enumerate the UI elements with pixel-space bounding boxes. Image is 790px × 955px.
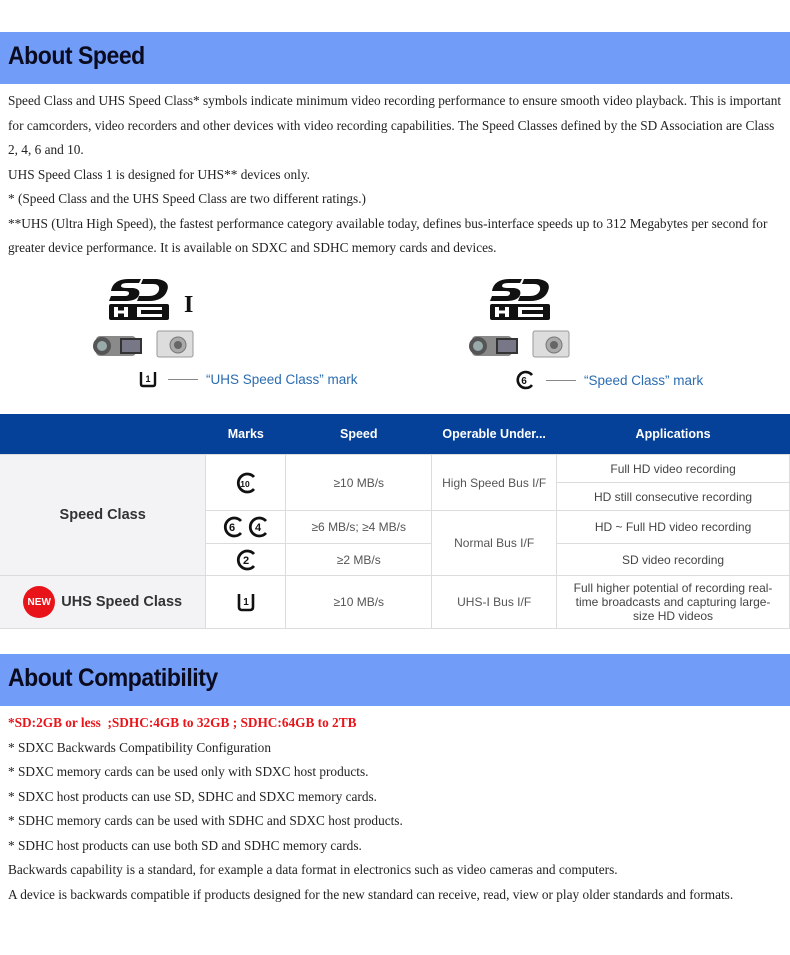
connector-line xyxy=(168,378,198,380)
svg-text:1: 1 xyxy=(243,597,249,608)
compat-line: A device is backwards compatible if prod… xyxy=(8,886,734,902)
header-operable: Operable Under... xyxy=(431,414,557,455)
sdhc-logo xyxy=(109,279,169,320)
mark-cell: 10 xyxy=(205,454,287,511)
speed-cell: ≥6 MB/s; ≥4 MB/s xyxy=(285,510,433,544)
compat-line: * SDXC Backwards Compatibility Configura… xyxy=(8,739,271,755)
uhs-mark-legend: 1 “UHS Speed Class” mark xyxy=(138,370,358,388)
mark-cell: 2 xyxy=(205,543,287,576)
class-6-icon: 6 xyxy=(516,370,534,390)
svg-text:10: 10 xyxy=(240,479,250,489)
svg-text:4: 4 xyxy=(255,522,262,534)
operable-cell: Normal Bus I/F xyxy=(431,510,558,576)
operable-cell: UHS-I Bus I/F xyxy=(431,575,558,629)
svg-text:1: 1 xyxy=(145,374,150,384)
sdhc-logo xyxy=(490,279,550,320)
speed-description: Speed Class and UHS Speed Class* symbols… xyxy=(8,89,783,261)
camera-icon xyxy=(532,330,570,358)
speed-cell: ≥10 MB/s xyxy=(285,575,433,629)
camcorder-icon xyxy=(469,336,518,356)
compat-line: * SDXC host products can use SD, SDHC an… xyxy=(8,788,377,804)
section-title: About Compatibility xyxy=(8,664,218,692)
header-speed: Speed xyxy=(285,414,432,455)
row-label-speed-class: Speed Class xyxy=(0,454,207,576)
uhs-1-icon: 1 xyxy=(139,372,157,388)
about-speed-banner: About Speed xyxy=(0,32,790,84)
compat-line: Backwards capability is a standard, for … xyxy=(8,862,618,877)
class-2-icon: 2 xyxy=(236,549,255,570)
application-cell: HD ~ Full HD video recording xyxy=(556,510,790,544)
paragraph: UHS Speed Class 1 is designed for UHS** … xyxy=(8,166,310,182)
compat-line: * SDHC memory cards can be used with SDH… xyxy=(8,813,403,828)
compat-line: * SDXC memory cards can be used only wit… xyxy=(8,764,369,779)
application-cell: HD still consecutive recording xyxy=(556,482,790,511)
application-cell: SD video recording xyxy=(556,543,790,576)
uhs-1-icon: 1 xyxy=(237,594,255,612)
speed-class-table: Marks Speed Operable Under... Applicatio… xyxy=(0,414,790,629)
new-badge: NEW xyxy=(23,586,56,618)
row-label-uhs-speed-class: NEW UHS Speed Class xyxy=(0,575,207,629)
class-6-icon: 6 xyxy=(224,516,243,538)
compat-line: * SDHC host products can use both SD and… xyxy=(8,837,362,853)
paragraph: Speed Class and UHS Speed Class* symbols… xyxy=(8,93,782,157)
camera-icon xyxy=(156,330,194,358)
connector-line xyxy=(546,379,576,381)
about-compatibility-banner: About Compatibility xyxy=(0,654,790,706)
uhs-roman-numeral: I xyxy=(184,292,194,318)
mark-cell: 6 4 xyxy=(205,510,287,544)
paragraph: * (Speed Class and the UHS Speed Class a… xyxy=(8,191,366,206)
operable-cell: High Speed Bus I/F xyxy=(431,454,558,511)
application-cell: Full higher potential of recording real-… xyxy=(556,575,790,629)
section-title: About Speed xyxy=(8,42,145,70)
speed-cell: ≥10 MB/s xyxy=(285,454,433,511)
capacity-highlight: *SD:2GB or less ;SDHC:4GB to 32GB ; SDHC… xyxy=(8,715,357,730)
svg-text:6: 6 xyxy=(229,522,235,534)
caption-text: “Speed Class” mark xyxy=(584,372,704,388)
header-blank xyxy=(0,414,206,455)
class-10-icon: 10 xyxy=(236,472,255,493)
row-label-text: UHS Speed Class xyxy=(61,593,183,610)
svg-text:2: 2 xyxy=(243,555,249,567)
camcorder-icon xyxy=(93,336,142,356)
speed-class-mark-legend: 6 “Speed Class” mark xyxy=(514,370,703,390)
table-row: Speed Class 10 ≥10 MB/s High Speed Bus I… xyxy=(0,454,790,576)
table-header-row: Marks Speed Operable Under... Applicatio… xyxy=(0,414,790,455)
header-marks: Marks xyxy=(205,414,286,455)
class-4-icon: 4 xyxy=(249,516,268,538)
header-applications: Applications xyxy=(556,414,790,455)
compatibility-description: *SD:2GB or less ;SDHC:4GB to 32GB ; SDHC… xyxy=(8,711,783,907)
caption-text: “UHS Speed Class” mark xyxy=(206,371,358,387)
speed-cell: ≥2 MB/s xyxy=(285,543,433,576)
table-row: NEW UHS Speed Class 1 ≥10 MB/s UHS-I Bus … xyxy=(0,575,790,629)
mark-cell: 1 xyxy=(205,575,287,629)
svg-text:6: 6 xyxy=(521,376,527,387)
application-cell: Full HD video recording xyxy=(556,454,790,483)
paragraph: **UHS (Ultra High Speed), the fastest pe… xyxy=(8,215,768,256)
